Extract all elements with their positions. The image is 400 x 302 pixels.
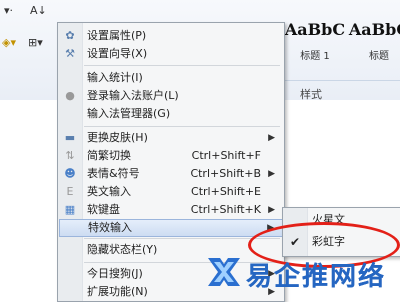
menu-item-wizard[interactable]: ⚒ 设置向导(X) <box>59 45 283 63</box>
menu-item-emoji[interactable]: ☻ 表情&符号 Ctrl+Shift+B ▶ <box>59 165 283 183</box>
menu-item-label: 特效输入 <box>88 221 132 234</box>
menu-item-skin[interactable]: ▬ 更换皮肤(H) ▶ <box>59 129 283 147</box>
borders-icon[interactable]: ⊞▾ <box>28 36 43 49</box>
keyboard-icon: ▦ <box>64 203 76 216</box>
skin-icon: ▬ <box>64 131 76 144</box>
menu-item-properties[interactable]: ✿ 设置属性(P) <box>59 27 283 45</box>
settings-icon: ✿ <box>65 29 75 42</box>
menu-item-label: 表情&符号 <box>87 167 140 180</box>
menu-item-manager[interactable]: 输入法管理器(G) <box>59 105 283 123</box>
menu-item-label: 英文输入 <box>87 185 131 198</box>
account-icon: ● <box>65 89 75 102</box>
menu-item-label: 软键盘 <box>87 203 120 216</box>
menu-separator <box>84 126 280 127</box>
switch-icon: ⇅ <box>65 149 75 162</box>
style-sample: AaBbC <box>348 20 400 39</box>
menu-item-label: 扩展功能(N) <box>87 285 148 298</box>
menu-item-label: 输入统计(I) <box>87 71 143 84</box>
wrench-icon: ⚒ <box>65 47 75 60</box>
english-icon: E <box>66 185 74 198</box>
style-caption: 标题 <box>369 51 389 62</box>
menu-item-label: 登录输入法账户(L) <box>87 89 179 102</box>
menu-item-label: 更换皮肤(H) <box>87 131 148 144</box>
sort-icon[interactable]: A↓ <box>30 4 47 17</box>
menu-item-effect-input[interactable]: 特效输入 ▶ <box>59 219 283 237</box>
style-heading2[interactable]: AaBbC 标题 <box>348 20 400 74</box>
menu-item-label: 今日搜狗(J) <box>87 267 143 280</box>
menu-item-trad-simp[interactable]: ⇅ 简繁切换 Ctrl+Shift+F <box>59 147 283 165</box>
watermark-logo-icon <box>208 258 240 286</box>
watermark-text: 易企推网络 <box>246 256 386 293</box>
menu-item-shortcut: Ctrl+Shift+K <box>190 203 261 216</box>
submenu-arrow-icon: ▶ <box>268 205 275 215</box>
menu-item-label: 设置属性(P) <box>87 29 147 42</box>
menu-separator <box>84 65 280 66</box>
menu-item-soft-keyboard[interactable]: ▦ 软键盘 Ctrl+Shift+K ▶ <box>59 201 283 219</box>
submenu-arrow-icon: ▶ <box>268 169 275 179</box>
menu-item-login[interactable]: ● 登录输入法账户(L) <box>59 87 283 105</box>
menu-item-english[interactable]: E 英文输入 Ctrl+Shift+E <box>59 183 283 201</box>
bullets-icon[interactable]: ▾· <box>4 4 13 17</box>
submenu-arrow-icon: ▶ <box>268 133 275 143</box>
menu-item-label: 隐藏状态栏(Y) <box>87 243 158 256</box>
style-heading1[interactable]: AaBbC 标题 1 <box>284 20 346 74</box>
menu-item-shortcut: Ctrl+Shift+F <box>191 149 261 162</box>
menu-item-shortcut: Ctrl+Shift+B <box>190 167 261 180</box>
menu-item-shortcut: Ctrl+Shift+E <box>191 185 261 198</box>
style-caption: 标题 1 <box>300 51 330 62</box>
shading-icon[interactable]: ◈▾ <box>2 36 16 49</box>
menu-item-stats[interactable]: 输入统计(I) <box>59 69 283 87</box>
menu-item-label: 设置向导(X) <box>87 47 148 60</box>
style-sample: AaBbC <box>284 20 346 39</box>
emoji-icon: ☻ <box>64 167 76 180</box>
menu-item-label: 简繁切换 <box>87 149 131 162</box>
menu-item-label: 输入法管理器(G) <box>87 107 171 120</box>
